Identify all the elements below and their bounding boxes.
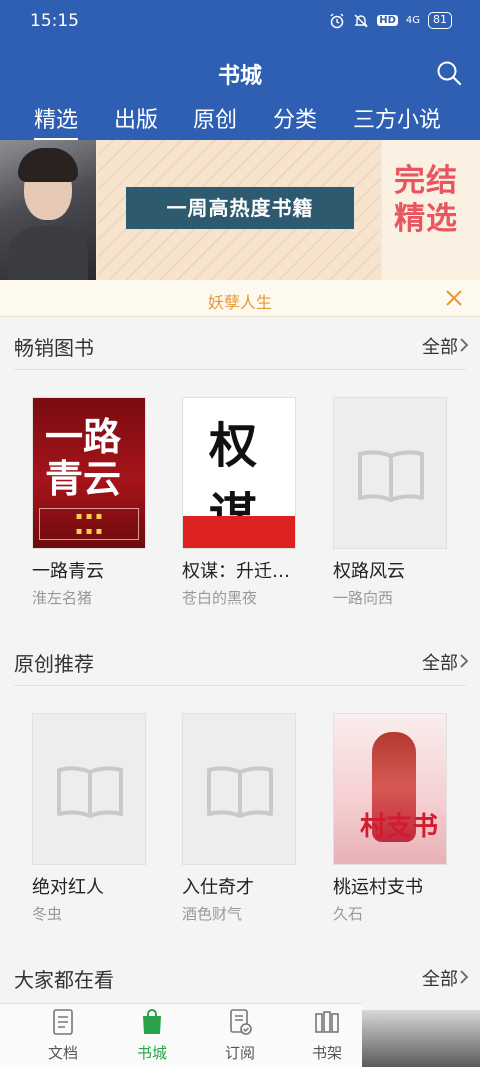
app-header: 书城 精选 出版 原创 分类 三方小说 <box>0 44 480 140</box>
view-all-button[interactable]: 全部 <box>422 649 458 675</box>
section-header-bestsellers: 畅销图书 全部 <box>0 320 480 370</box>
banner-portrait-image <box>0 140 96 280</box>
tab-published[interactable]: 出版 <box>114 102 158 134</box>
chevron-right-icon[interactable] <box>458 337 470 353</box>
tab-featured[interactable]: 精选 <box>34 102 79 140</box>
alarm-icon <box>330 13 344 28</box>
book-cover-placeholder[interactable] <box>333 397 447 549</box>
promo-banner[interactable]: 一周高热度书籍 完结精选 <box>0 140 480 280</box>
chevron-right-icon[interactable] <box>458 653 470 669</box>
document-icon <box>53 1009 73 1035</box>
tab-original[interactable]: 原创 <box>193 102 237 134</box>
notice-bar[interactable]: 妖孽人生 <box>0 280 480 317</box>
book-author: 久石 <box>333 905 364 923</box>
search-icon[interactable] <box>436 60 462 86</box>
book-author: 酒色财气 <box>182 905 243 923</box>
tab-third-party-novels[interactable]: 三方小说 <box>353 102 441 134</box>
divider <box>14 369 466 370</box>
section-title: 大家都在看 <box>14 968 114 992</box>
chevron-right-icon[interactable] <box>458 969 470 985</box>
nav-bookshelf[interactable]: 书架 <box>292 1008 362 1063</box>
nav-label: 书城 <box>136 1044 167 1062</box>
open-book-icon <box>207 766 273 818</box>
section-header-original-picks: 原创推荐 全部 <box>0 636 480 686</box>
banner-right-panel: 完结精选 <box>382 140 480 280</box>
book-title[interactable]: 权谋：升迁… <box>182 557 332 583</box>
book-title[interactable]: 入仕奇才 <box>182 873 332 899</box>
nav-bookstore[interactable]: 书城 <box>117 1008 187 1063</box>
book-cover[interactable]: 一路青云 ▪ ▪ ▪ ▪ ▪ ▪ <box>32 397 146 549</box>
close-icon[interactable] <box>444 288 464 308</box>
book-cover[interactable]: 村支书 <box>333 713 447 865</box>
nav-label: 文档 <box>47 1044 78 1062</box>
book-cover-placeholder[interactable] <box>32 713 146 865</box>
open-book-icon <box>358 450 424 502</box>
network-indicator: 4G <box>405 15 420 26</box>
book-title[interactable]: 绝对红人 <box>32 873 182 899</box>
cover-title: 一路青云 <box>45 415 122 501</box>
nav-label: 书架 <box>311 1044 342 1062</box>
book-title[interactable]: 桃运村支书 <box>333 873 480 899</box>
book-title[interactable]: 一路青云 <box>32 557 182 583</box>
section-header-popular: 大家都在看 全部 <box>0 952 480 1002</box>
status-time: 15:15 <box>30 11 79 31</box>
open-book-icon <box>57 766 123 818</box>
shopping-bag-icon <box>143 1009 161 1034</box>
book-author: 冬虫 <box>32 905 63 923</box>
status-bar: 15:15 HD 4G 81 <box>0 0 480 44</box>
divider <box>14 685 466 686</box>
floating-overlay <box>362 1010 480 1067</box>
notice-text[interactable]: 妖孽人生 <box>0 289 480 313</box>
battery-indicator: 81 <box>428 12 452 29</box>
bookshelf-icon <box>315 1011 339 1033</box>
bottom-navigation: 文档 书城 订阅 书架 <box>0 1003 362 1067</box>
book-cover-placeholder[interactable] <box>182 713 296 865</box>
book-title[interactable]: 权路风云 <box>333 557 480 583</box>
banner-right-label: 完结精选 <box>394 163 458 237</box>
book-author: 淮左名猪 <box>32 589 93 607</box>
category-tabs: 精选 出版 原创 分类 三方小说 <box>0 100 480 140</box>
view-all-button[interactable]: 全部 <box>422 965 458 991</box>
view-all-button[interactable]: 全部 <box>422 333 458 359</box>
book-author: 苍白的黑夜 <box>182 589 258 607</box>
banner-center-panel: 一周高热度书籍 <box>98 140 380 280</box>
book-cover[interactable]: 权谋 <box>182 397 296 549</box>
page-title: 书城 <box>217 64 262 89</box>
nav-subscriptions[interactable]: 订阅 <box>205 1008 275 1063</box>
book-author: 一路向西 <box>333 589 394 607</box>
tab-category[interactable]: 分类 <box>273 102 317 134</box>
mute-icon <box>354 14 368 27</box>
section-title: 畅销图书 <box>14 336 94 360</box>
banner-center-label: 一周高热度书籍 <box>126 187 354 229</box>
status-icons: HD 4G 81 <box>329 12 452 29</box>
nav-label: 订阅 <box>224 1044 255 1062</box>
section-title: 原创推荐 <box>14 652 94 676</box>
hd-badge: HD <box>377 15 398 26</box>
nav-documents[interactable]: 文档 <box>28 1008 98 1063</box>
cover-title: 村支书 <box>360 812 439 842</box>
subscribe-icon <box>230 1009 252 1035</box>
